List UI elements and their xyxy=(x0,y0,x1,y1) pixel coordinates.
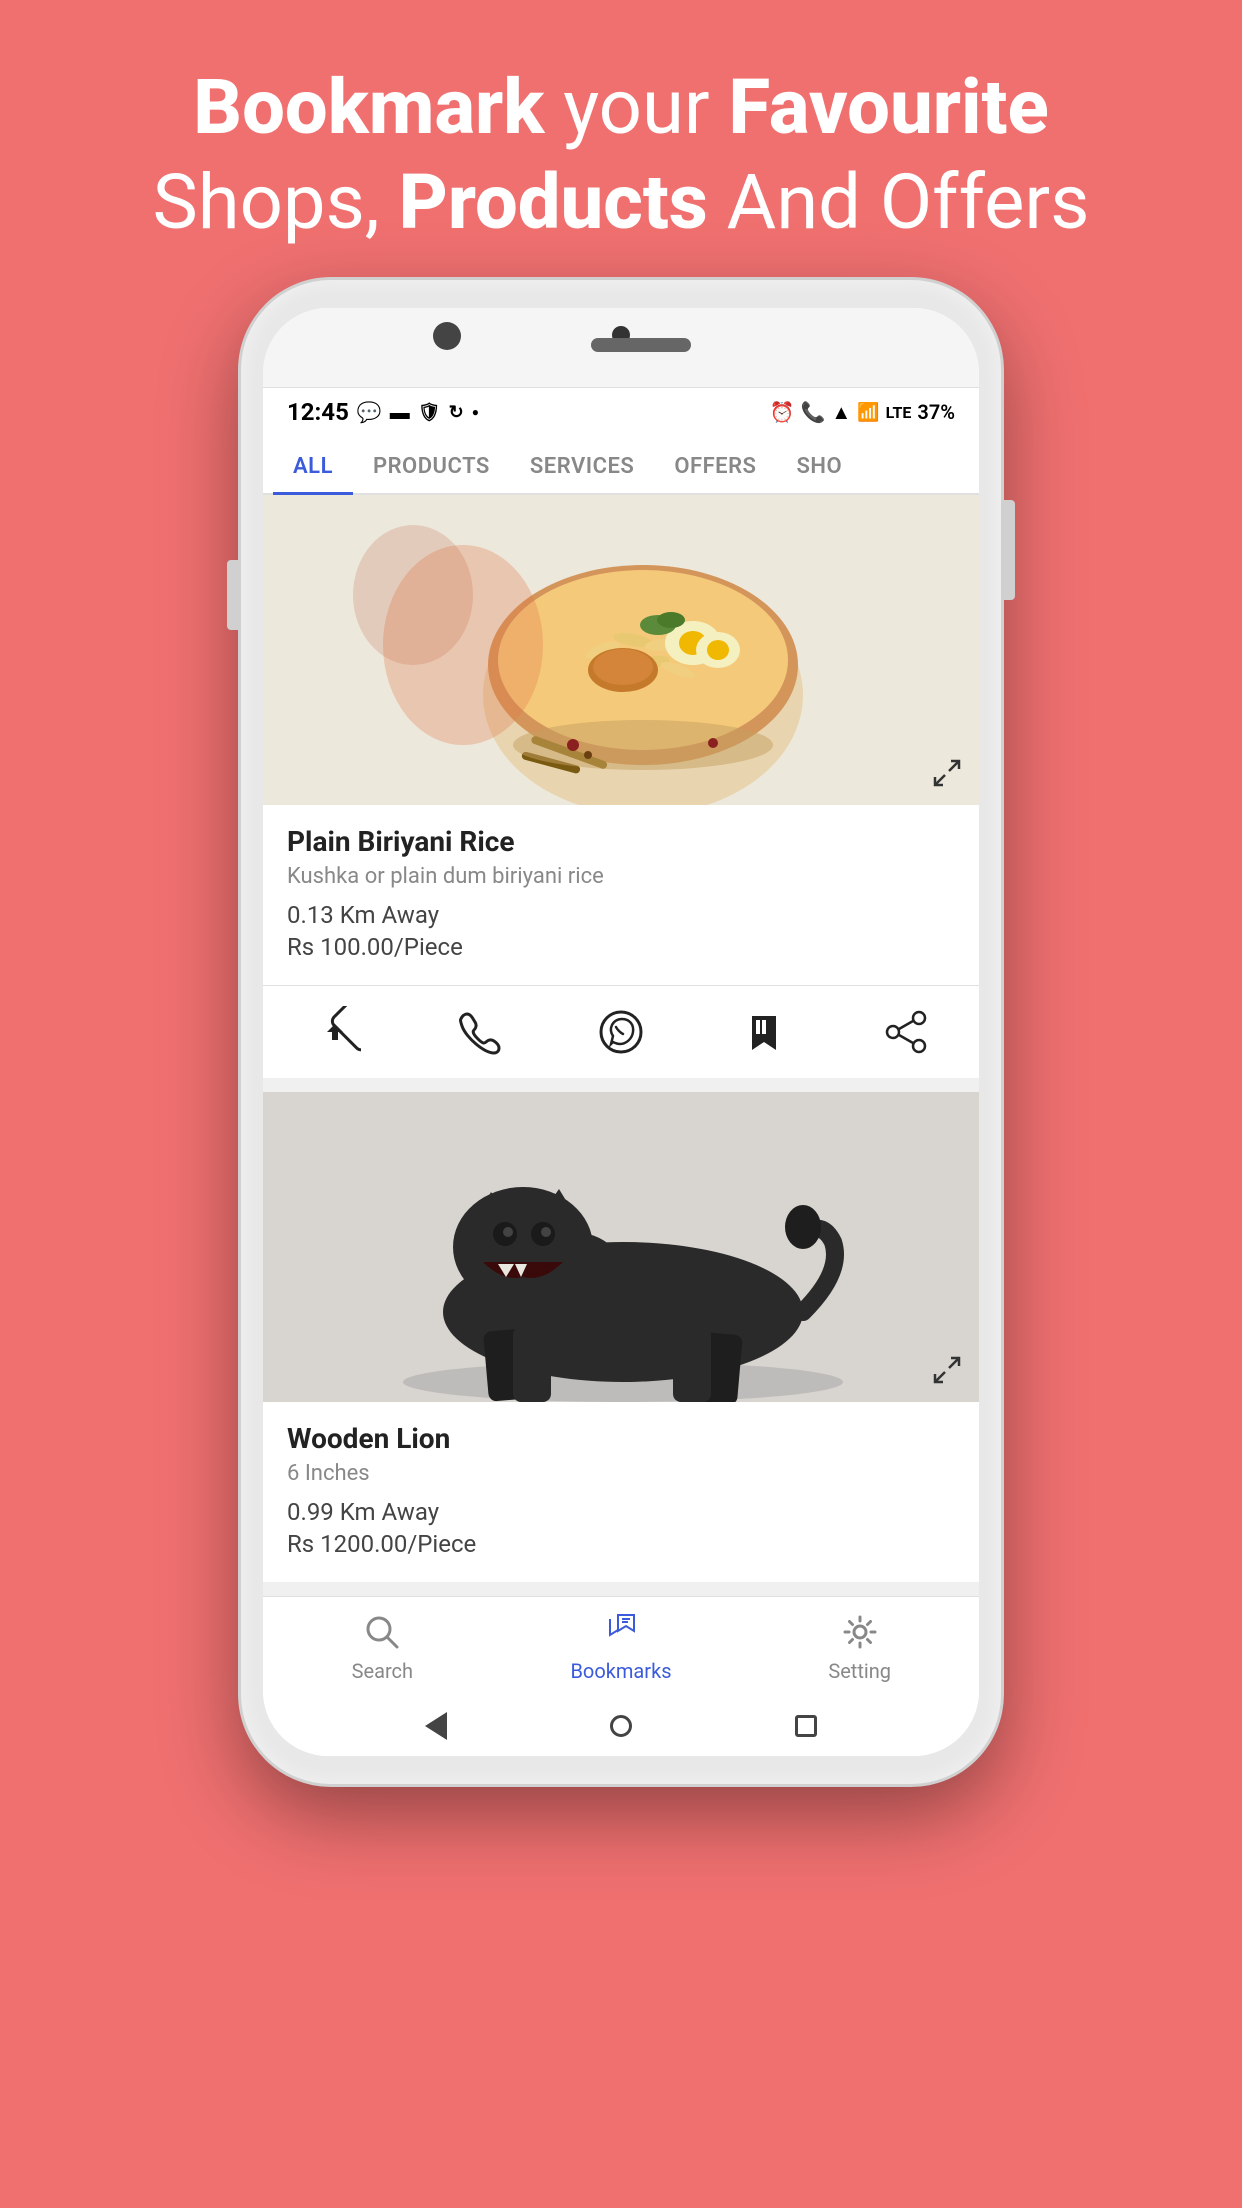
content-area: Plain Biriyani Rice Kushka or plain dum … xyxy=(263,495,979,1596)
nav-search[interactable]: Search xyxy=(263,1597,502,1696)
product-info-lion: Wooden Lion 6 Inches 0.99 Km Away Rs 120… xyxy=(263,1402,979,1582)
lion-image-svg xyxy=(263,1092,979,1402)
product-divider xyxy=(263,985,979,986)
tab-products[interactable]: PRODUCTS xyxy=(353,436,510,493)
signal-icon: 📶 xyxy=(857,402,879,423)
battery-level: 37% xyxy=(917,400,955,424)
whatsapp-status-icon: 💬 xyxy=(357,400,382,424)
home-button[interactable] xyxy=(610,1715,632,1737)
product-actions-biriyani xyxy=(263,1002,979,1078)
tab-sho[interactable]: SHO xyxy=(776,436,862,493)
nav-bookmarks-label: Bookmarks xyxy=(570,1659,671,1683)
recents-button[interactable] xyxy=(795,1715,817,1737)
share-button[interactable] xyxy=(881,1006,933,1058)
header-word-favourite: Favourite xyxy=(728,62,1048,152)
product-image-lion[interactable] xyxy=(263,1092,979,1402)
status-icon-3: 🛡 xyxy=(418,402,441,423)
expand-icon-lion[interactable] xyxy=(929,1352,965,1388)
front-camera xyxy=(433,322,461,350)
product-title-biriyani: Plain Biriyani Rice xyxy=(287,825,955,858)
lte-label: LTE xyxy=(886,403,912,422)
header-section: Bookmark your Favourite Shops, Products … xyxy=(0,60,1242,250)
header-word-bookmark: Bookmark xyxy=(193,62,544,152)
status-bar: 12:45 💬 ▬ 🛡 ↻ ● ⏰ 📞 ▲ 📶 LTE 37% xyxy=(263,388,979,436)
whatsapp-button[interactable] xyxy=(595,1006,647,1058)
product-card-biriyani: Plain Biriyani Rice Kushka or plain dum … xyxy=(263,495,979,1078)
status-icon-2: ▬ xyxy=(390,400,410,425)
header-word-products: Products xyxy=(399,157,708,247)
bottom-nav: Search Bookmarks xyxy=(263,1596,979,1696)
status-time: 12:45 xyxy=(287,398,349,426)
nav-bookmarks[interactable]: Bookmarks xyxy=(502,1597,741,1696)
product-card-lion: Wooden Lion 6 Inches 0.99 Km Away Rs 120… xyxy=(263,1092,979,1582)
wifi-icon: ▲ xyxy=(831,400,851,425)
back-button[interactable] xyxy=(425,1712,447,1740)
product-subtitle-biriyani: Kushka or plain dum biriyani rice xyxy=(287,864,955,889)
status-icon-4: ↻ xyxy=(449,402,464,423)
header-line2-prefix: Shops, xyxy=(153,157,399,247)
product-info-biriyani: Plain Biriyani Rice Kushka or plain dum … xyxy=(263,805,979,985)
nav-setting-label: Setting xyxy=(828,1659,891,1683)
status-dot: ● xyxy=(472,405,479,419)
phone-button[interactable] xyxy=(452,1006,504,1058)
biriyani-image-svg xyxy=(263,495,979,805)
phone-top-bar xyxy=(263,308,979,388)
expand-icon-biriyani[interactable] xyxy=(929,755,965,791)
call-icon: 📞 xyxy=(800,400,825,424)
bookmark-button[interactable] xyxy=(738,1006,790,1058)
directions-button[interactable] xyxy=(309,1006,361,1058)
tab-bar: ALL PRODUCTS SERVICES OFFERS SHO xyxy=(263,436,979,495)
tab-services[interactable]: SERVICES xyxy=(510,436,654,493)
product-distance-lion: 0.99 Km Away xyxy=(287,1498,955,1526)
header-word-your: your xyxy=(563,62,728,152)
earpiece-speaker xyxy=(591,338,691,352)
nav-search-label: Search xyxy=(352,1659,413,1683)
tab-all[interactable]: ALL xyxy=(273,436,353,493)
product-distance-biriyani: 0.13 Km Away xyxy=(287,901,955,929)
product-price-lion: Rs 1200.00/Piece xyxy=(287,1530,955,1558)
header-line2-suffix: And Offers xyxy=(708,157,1090,247)
product-title-lion: Wooden Lion xyxy=(287,1422,955,1455)
android-nav-bar xyxy=(263,1696,979,1756)
tab-offers[interactable]: OFFERS xyxy=(654,436,776,493)
product-subtitle-lion: 6 Inches xyxy=(287,1461,955,1486)
alarm-icon: ⏰ xyxy=(770,400,795,424)
product-price-biriyani: Rs 100.00/Piece xyxy=(287,933,955,961)
nav-setting[interactable]: Setting xyxy=(740,1597,979,1696)
phone-mockup: 12:45 💬 ▬ 🛡 ↻ ● ⏰ 📞 ▲ 📶 LTE 37% xyxy=(241,280,1001,1784)
product-image-biriyani[interactable] xyxy=(263,495,979,805)
